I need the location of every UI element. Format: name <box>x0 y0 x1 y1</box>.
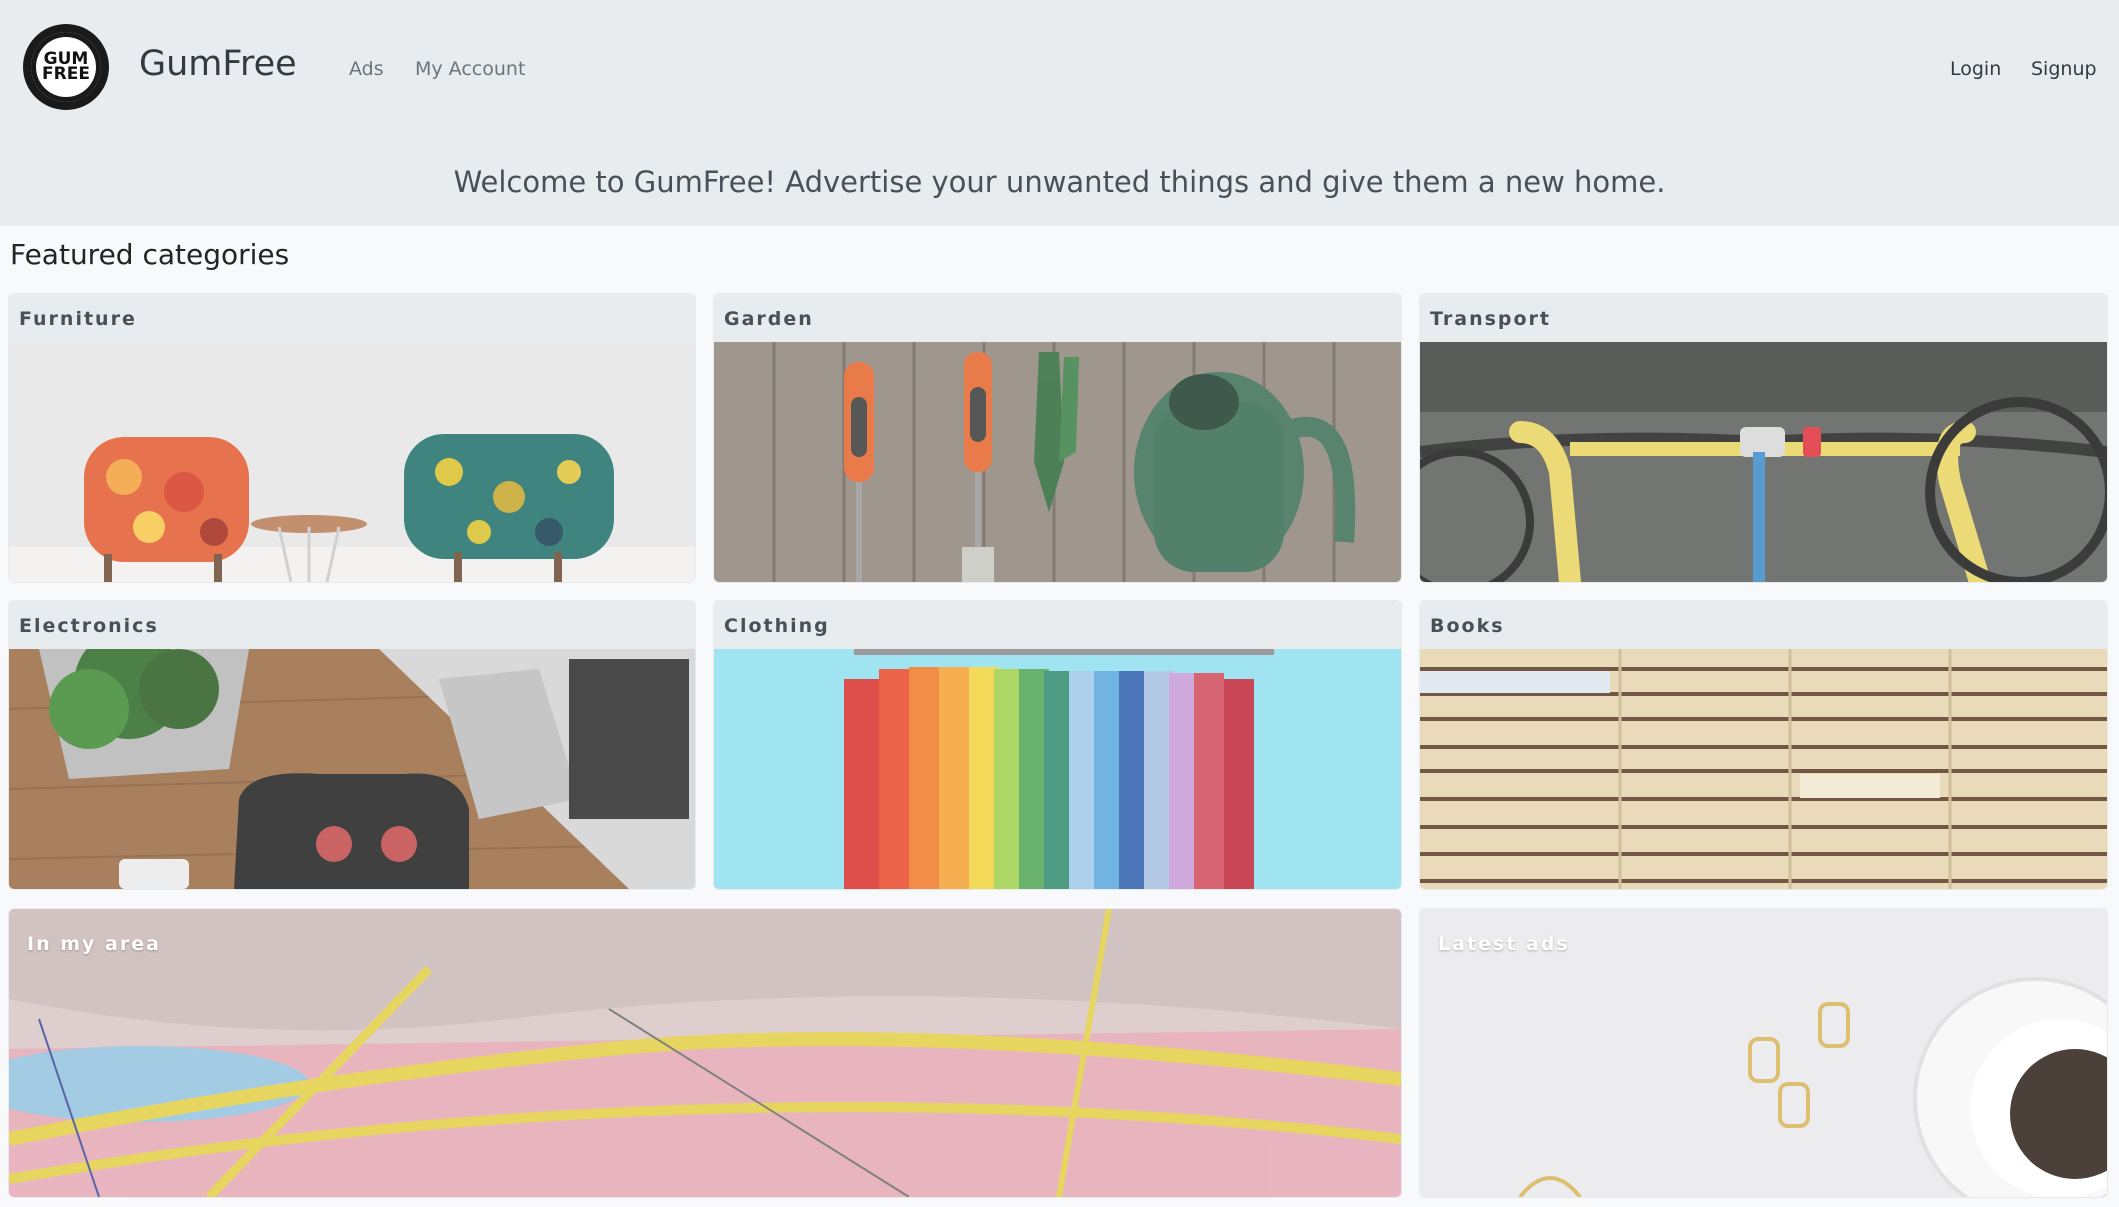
logo-text-free: FREE <box>42 64 90 84</box>
book-stacks-photo <box>1420 649 2107 889</box>
laptop-controller-photo <box>9 649 695 889</box>
gumfree-logo[interactable]: GUM FREE <box>23 24 109 110</box>
welcome-message: Welcome to GumFree! Advertise your unwan… <box>453 165 1666 199</box>
featured-categories-heading: Featured categories <box>10 238 290 271</box>
category-label: Transport <box>1420 294 2107 342</box>
in-my-area-image <box>9 909 1401 1197</box>
nav-ads-link[interactable]: Ads <box>349 58 384 80</box>
category-label: Clothing <box>714 601 1401 649</box>
latest-ads-label: Latest ads <box>1438 933 1570 955</box>
clothing-image <box>714 649 1401 889</box>
chairs-photo <box>9 342 695 582</box>
login-link[interactable]: Login <box>1950 58 2001 80</box>
brand-name[interactable]: GumFree <box>139 44 297 84</box>
category-card-furniture[interactable]: Furniture <box>9 294 695 582</box>
electronics-image <box>9 649 695 889</box>
bicycles-photo <box>1420 342 2107 582</box>
category-label: Garden <box>714 294 1401 342</box>
garden-tools-photo <box>714 342 1401 582</box>
garden-image <box>714 342 1401 582</box>
category-label: Books <box>1420 601 2107 649</box>
category-card-books[interactable]: Books <box>1420 601 2107 889</box>
map-photo <box>9 909 1401 1197</box>
category-card-electronics[interactable]: Electronics <box>9 601 695 889</box>
clothes-rack-photo <box>714 649 1401 889</box>
signup-link[interactable]: Signup <box>2031 58 2097 80</box>
in-my-area-card[interactable]: In my area <box>9 909 1401 1197</box>
site-header: GUM FREE GumFree Ads My Account Login Si… <box>0 0 2119 226</box>
category-label: Electronics <box>9 601 695 649</box>
furniture-image <box>9 342 695 582</box>
transport-image <box>1420 342 2107 582</box>
category-card-garden[interactable]: Garden <box>714 294 1401 582</box>
category-card-clothing[interactable]: Clothing <box>714 601 1401 889</box>
category-card-transport[interactable]: Transport <box>1420 294 2107 582</box>
latest-ads-card[interactable]: Latest ads <box>1420 909 2107 1197</box>
in-my-area-label: In my area <box>27 933 161 955</box>
category-label: Furniture <box>9 294 695 342</box>
logo-badge: GUM FREE <box>31 32 101 102</box>
books-image <box>1420 649 2107 889</box>
nav-my-account-link[interactable]: My Account <box>415 58 525 80</box>
